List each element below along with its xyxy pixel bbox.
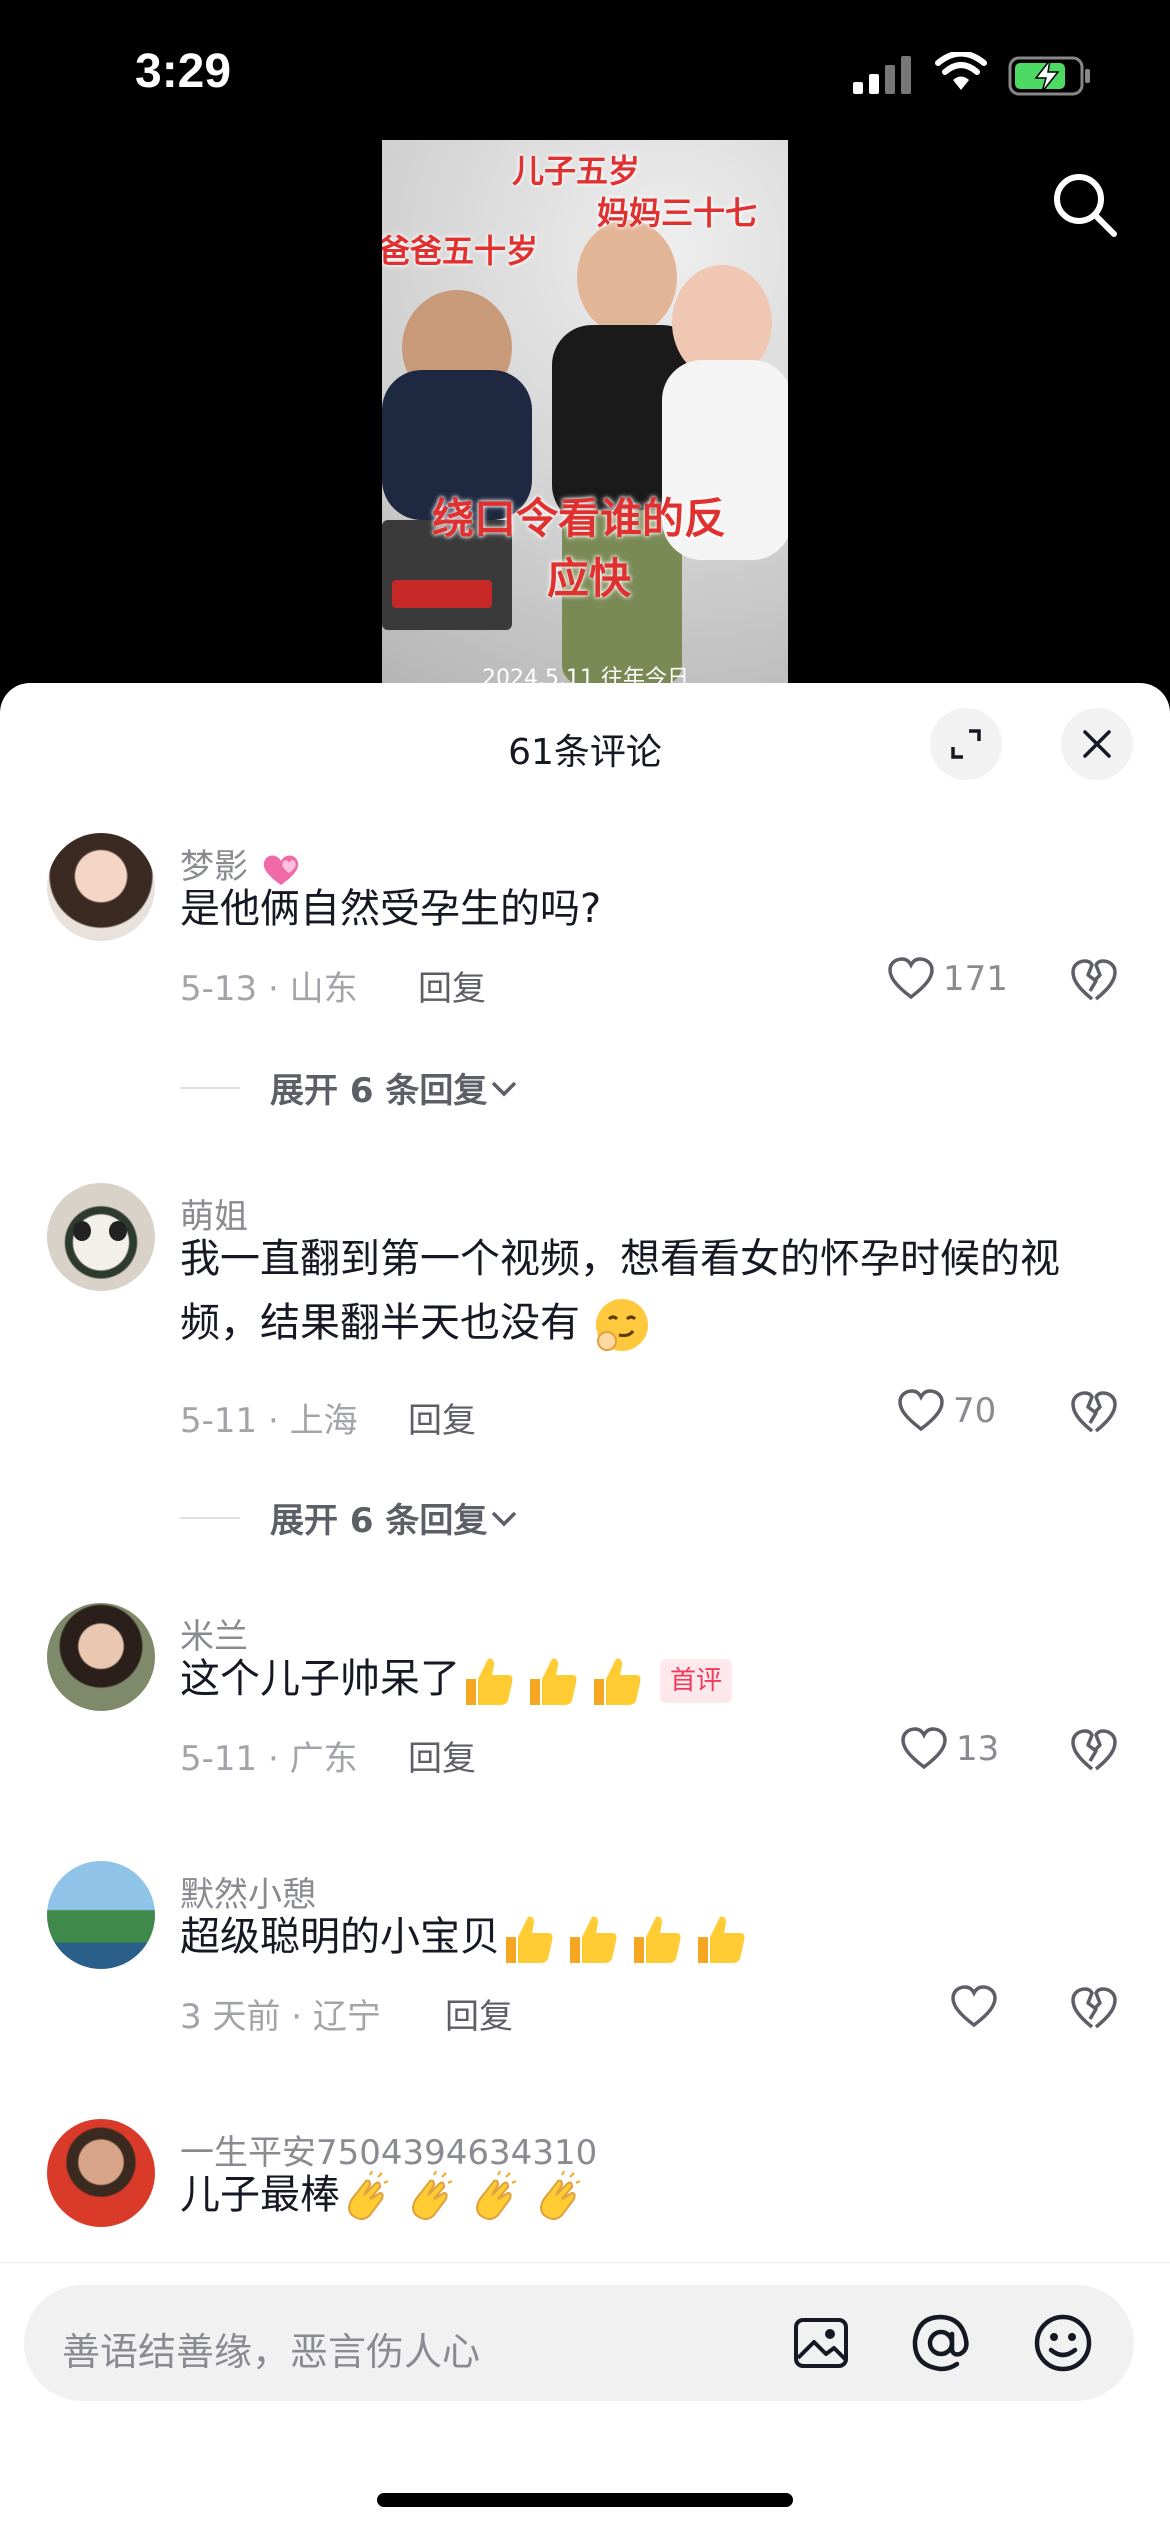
comment-text-body: 这个儿子帅呆了 xyxy=(180,1656,460,1702)
comment-text: 这个儿子帅呆了 首评 xyxy=(180,1647,1110,1711)
video-caption: 爸爸五十岁 xyxy=(382,232,539,270)
thumbs-up-emoji-icon xyxy=(594,1658,641,1705)
status-time: 3:29 xyxy=(135,45,232,98)
expand-button[interactable] xyxy=(930,708,1002,780)
expand-replies-button[interactable]: 展开 6 条回复 xyxy=(180,1493,521,1542)
smirk-emoji-icon xyxy=(595,1299,648,1351)
like-button[interactable] xyxy=(950,1985,998,2029)
comment-text-body: 超级聪明的小宝贝 xyxy=(180,1914,500,1960)
thumbs-up-emoji-icon xyxy=(634,1916,681,1963)
comment-meta: 3 天前 · 辽宁 xyxy=(180,1997,381,2037)
reply-button[interactable]: 回复 xyxy=(408,1731,476,1780)
video-thumbnail[interactable]: 儿子五岁 妈妈三十七 爸爸五十岁 绕口令看谁的反 应快 2024.5.11 往年… xyxy=(382,140,788,685)
expand-replies-button[interactable]: 展开 6 条回复 xyxy=(180,1063,521,1112)
avatar[interactable] xyxy=(47,1183,155,1291)
thumbs-up-emoji-icon xyxy=(506,1916,553,1963)
clapping-hands-emoji-icon xyxy=(476,2170,517,2220)
heart-icon xyxy=(951,1985,997,2028)
comment-input-placeholder: 善语结善缘，恶言伤人心 xyxy=(62,2330,481,2374)
expand-replies-label: 展开 6 条回复 xyxy=(270,1501,488,1541)
broken-heart-icon[interactable] xyxy=(1070,1729,1118,1773)
comments-sheet: 61条评论 梦影 是他俩自然受孕生的吗? 5-13 · 山东 回复 171 展开… xyxy=(0,683,1170,2532)
thumbs-up-emoji-icon xyxy=(466,1658,513,1705)
clapping-hands-emoji-icon xyxy=(412,2170,453,2220)
at-icon[interactable] xyxy=(910,2312,972,2374)
heart-icon xyxy=(898,1389,944,1432)
comment-text: 超级聪明的小宝贝 xyxy=(180,1905,1110,1969)
like-button[interactable]: 70 xyxy=(897,1389,996,1433)
video-date: 2024.5.11 往年今日 xyxy=(482,666,689,685)
comment-input-bar: 善语结善缘，恶言伤人心 xyxy=(0,2262,1170,2533)
expand-icon xyxy=(951,729,981,759)
heart-icon xyxy=(888,957,934,1000)
broken-heart-icon[interactable] xyxy=(1070,1391,1118,1435)
like-button[interactable]: 13 xyxy=(900,1727,999,1771)
clapping-hands-emoji-icon xyxy=(348,2170,389,2220)
comment-text: 儿子最棒 xyxy=(180,2163,1110,2227)
person-son xyxy=(577,220,677,335)
video-caption: 应快 xyxy=(547,554,632,603)
comment-meta: 5-13 · 山东 xyxy=(180,969,358,1009)
reply-button[interactable]: 回复 xyxy=(408,1393,476,1442)
comment-text: 是他俩自然受孕生的吗? xyxy=(180,886,602,932)
like-count: 70 xyxy=(953,1391,997,1431)
avatar[interactable] xyxy=(47,833,155,941)
like-count: 171 xyxy=(943,959,1008,999)
like-count: 13 xyxy=(956,1729,1000,1769)
thumbs-up-emoji-icon xyxy=(570,1916,617,1963)
like-button[interactable]: 171 xyxy=(887,957,1008,1001)
chevron-down-icon xyxy=(492,1081,517,1096)
search-icon[interactable] xyxy=(1050,170,1120,240)
home-indicator xyxy=(377,2493,793,2507)
wifi-icon xyxy=(935,52,987,90)
video-caption: 儿子五岁 xyxy=(512,152,641,190)
reply-button[interactable]: 回复 xyxy=(445,1989,513,2038)
chevron-down-icon xyxy=(492,1511,517,1526)
thumbs-up-emoji-icon xyxy=(530,1658,577,1705)
comment-text-body: 儿子最棒 xyxy=(180,2172,340,2218)
avatar[interactable] xyxy=(47,1861,155,1969)
emoji-icon[interactable] xyxy=(1032,2312,1094,2374)
status-bar: 3:29 xyxy=(0,0,1170,150)
first-comment-badge: 首评 xyxy=(660,1659,733,1703)
signal-icon xyxy=(853,56,911,94)
avatar[interactable] xyxy=(47,1603,155,1711)
thumbs-up-emoji-icon xyxy=(698,1916,745,1963)
clapping-hands-emoji-icon xyxy=(540,2170,581,2220)
avatar[interactable] xyxy=(47,2119,155,2227)
video-caption: 妈妈三十七 xyxy=(597,194,758,232)
comment-text: 我一直翻到第一个视频，想看看女的怀孕时候的视频，结果翻半天也没有 xyxy=(180,1227,1110,1355)
close-icon xyxy=(1083,730,1111,758)
broken-heart-icon[interactable] xyxy=(1070,1987,1118,2031)
image-icon[interactable] xyxy=(792,2314,850,2372)
comment-meta: 5-11 · 广东 xyxy=(180,1739,358,1779)
broken-heart-icon[interactable] xyxy=(1070,959,1118,1003)
video-caption: 绕口令看谁的反 xyxy=(432,494,727,543)
comment-meta: 5-11 · 上海 xyxy=(180,1401,358,1441)
battery-charging-icon xyxy=(1008,56,1090,96)
expand-replies-label: 展开 6 条回复 xyxy=(270,1071,488,1111)
comment-input[interactable]: 善语结善缘，恶言伤人心 xyxy=(24,2285,1134,2401)
reply-button[interactable]: 回复 xyxy=(418,961,486,1010)
heart-icon xyxy=(901,1727,947,1770)
close-button[interactable] xyxy=(1061,708,1133,780)
